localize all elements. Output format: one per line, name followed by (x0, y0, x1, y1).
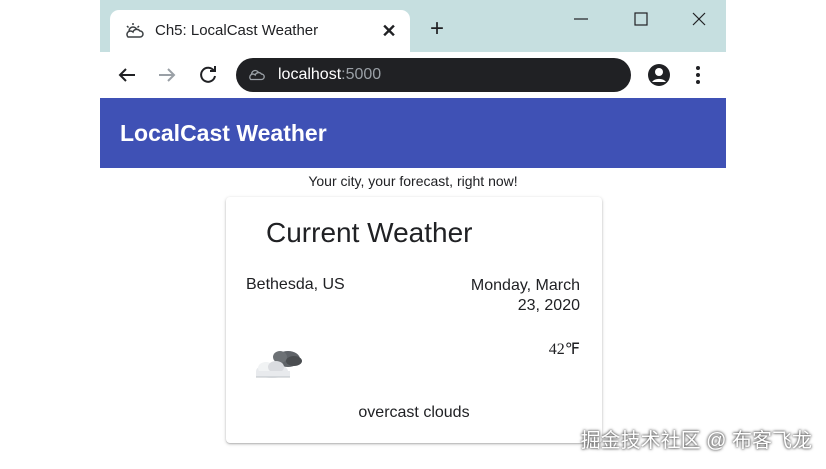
date-label: Monday, March 23, 2020 (470, 277, 580, 314)
url-host: localhost (278, 66, 342, 83)
new-tab-button[interactable]: + (426, 17, 448, 41)
reload-icon[interactable] (196, 63, 220, 87)
card-title: Current Weather (266, 217, 473, 248)
profile-icon[interactable] (647, 63, 671, 87)
window-close-icon[interactable] (688, 8, 710, 30)
more-menu-icon[interactable] (690, 63, 706, 87)
url-port: :5000 (341, 66, 382, 83)
weather-description: overcast clouds (358, 404, 470, 421)
close-icon[interactable]: ✕ (378, 20, 400, 42)
app-title: LocalCast Weather (120, 120, 327, 146)
maximize-icon[interactable] (630, 8, 652, 30)
city-label: Bethesda, US (246, 276, 345, 293)
url-text[interactable]: localhost:5000 (278, 66, 381, 84)
current-weather-card: Current Weather Bethesda, US Monday, Mar… (226, 197, 602, 443)
minimize-icon[interactable] (570, 8, 592, 30)
address-bar[interactable]: localhost:5000 (236, 58, 631, 92)
weather-icon (126, 23, 144, 38)
watermark: 掘金技术社区 @ 布客飞龙 (580, 430, 812, 452)
weather-icon (249, 69, 265, 81)
forward-arrow-icon[interactable] (155, 63, 179, 87)
tagline: Your city, your forecast, right now! (308, 173, 518, 189)
temperature-label: 42℉ (548, 341, 580, 358)
browser-window: Ch5: LocalCast Weather ✕ + localhost:500… (100, 0, 726, 469)
browser-toolbar: localhost:5000 (100, 52, 726, 99)
overcast-clouds-icon (256, 351, 302, 378)
tab-localcast[interactable]: Ch5: LocalCast Weather ✕ (110, 10, 410, 52)
app-toolbar: LocalCast Weather (100, 98, 726, 168)
back-arrow-icon[interactable] (115, 63, 139, 87)
tab-title: Ch5: LocalCast Weather (155, 22, 319, 39)
tab-strip: Ch5: LocalCast Weather ✕ + (100, 0, 726, 52)
